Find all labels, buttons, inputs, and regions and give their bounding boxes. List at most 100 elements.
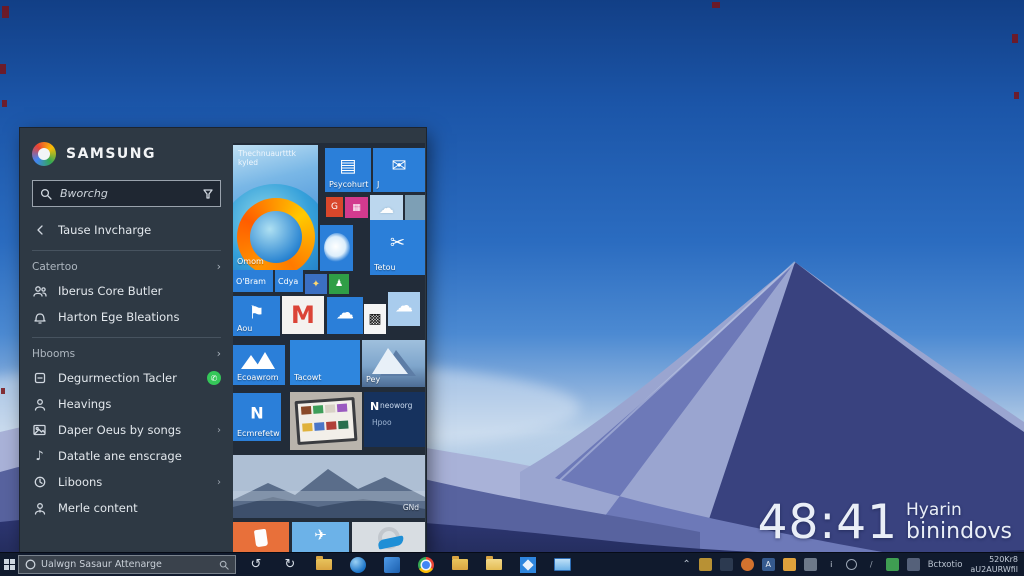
- tile-cloud-swirl[interactable]: [320, 225, 353, 271]
- section-header: Catertoo ›: [32, 258, 221, 276]
- whatsapp-badge-icon: ✆: [207, 371, 221, 385]
- menu-item[interactable]: Daper Oeus by songs ›: [32, 417, 221, 443]
- tile-screenshot[interactable]: [290, 392, 362, 450]
- file-explorer-icon[interactable]: [552, 555, 572, 575]
- tile-red-app[interactable]: G: [326, 197, 343, 217]
- tile-firefox-label1: Thechnuaurtttk: [238, 149, 296, 158]
- tile-white-app[interactable]: [352, 522, 425, 553]
- tile-weather-small[interactable]: ☁: [370, 195, 403, 220]
- clock-caption-line1: Hyarin: [906, 502, 1012, 520]
- taskbar: Ualwgn Sasaur Attenarge ↺ ↻ ⌃ A i /: [0, 553, 1024, 576]
- tile-dark-news[interactable]: N neoworg Hpoo: [364, 392, 425, 447]
- news-icon: N: [250, 404, 263, 423]
- tile-orange-app[interactable]: [233, 522, 289, 553]
- tray-icon[interactable]: [886, 558, 899, 571]
- tile-firefox[interactable]: Thechnuaurtttk kyled Omom: [233, 145, 318, 270]
- tile-tiny-brush[interactable]: ✦: [305, 274, 327, 294]
- tray-icon[interactable]: [741, 558, 754, 571]
- tray-icon[interactable]: [720, 558, 733, 571]
- tray-icon[interactable]: [846, 559, 857, 570]
- tile-news[interactable]: N Ecmrefetw: [233, 393, 281, 441]
- tile-big-blue[interactable]: Tacowt: [290, 340, 360, 385]
- menu-item[interactable]: Merle content: [32, 495, 221, 521]
- tile-panorama-photo[interactable]: GNd: [233, 455, 425, 518]
- tray-language-label[interactable]: Bctxotio: [928, 560, 963, 570]
- cortana-icon: [25, 559, 36, 570]
- blue-app-icon[interactable]: [382, 555, 402, 575]
- sync-icon[interactable]: ↻: [280, 555, 300, 575]
- grid-icon: ▦: [352, 203, 361, 213]
- menu-item[interactable]: Iberus Core Butler: [32, 278, 221, 304]
- artifact: [712, 2, 720, 8]
- edge-icon[interactable]: [348, 555, 368, 575]
- tile-onedrive[interactable]: ☁: [327, 297, 363, 334]
- folder-icon[interactable]: [484, 555, 504, 575]
- brush-icon: ✦: [312, 279, 320, 290]
- chevron-right-icon[interactable]: ›: [217, 348, 221, 360]
- tray-clock[interactable]: 520Kr8 aU2AURWfil: [970, 555, 1018, 574]
- filter-icon[interactable]: [203, 189, 213, 199]
- menu-item[interactable]: ♪ Datatle ane enscrage: [32, 443, 221, 469]
- start-search-box[interactable]: [32, 180, 221, 207]
- start-search-input[interactable]: [58, 186, 197, 201]
- tile-firefox-label2: kyled: [238, 158, 296, 167]
- bell-icon: [34, 311, 46, 324]
- chevron-right-icon[interactable]: ›: [217, 261, 221, 273]
- menu-item[interactable]: Degurmection Tacler ✆: [32, 365, 221, 391]
- tile-photos-app[interactable]: Ecoawrom: [233, 345, 285, 385]
- folder-icon[interactable]: [450, 555, 470, 575]
- person-mini-icon: ♟: [335, 279, 343, 289]
- tile-calculator[interactable]: ▤ Psycohurt: [325, 148, 371, 192]
- people-icon: [33, 285, 47, 298]
- artifact: [1, 388, 5, 394]
- tile-weather-light[interactable]: ☁: [388, 292, 420, 326]
- photo-peak: [372, 348, 408, 374]
- tile-mail[interactable]: ✉ J: [373, 148, 425, 192]
- tile-tiny-green[interactable]: ♟: [329, 274, 349, 294]
- taskbar-search[interactable]: Ualwgn Sasaur Attenarge: [18, 555, 236, 574]
- tile-gmail[interactable]: M: [282, 296, 324, 334]
- back-row[interactable]: Tause Invcharge: [32, 217, 221, 243]
- tray-icon[interactable]: A: [762, 558, 775, 571]
- tile-qr[interactable]: ▩: [364, 304, 386, 334]
- search-icon: [219, 560, 229, 570]
- tile-firefox-bottom-label: Omom: [237, 258, 264, 267]
- menu-item[interactable]: Liboons ›: [32, 469, 221, 495]
- contact-icon: [34, 502, 46, 515]
- tile-cdya[interactable]: Cdya: [275, 270, 303, 292]
- clock-time: 48:41: [758, 499, 898, 546]
- start-button[interactable]: [0, 553, 18, 576]
- divider: [32, 337, 221, 338]
- taskbar-search-text: Ualwgn Sasaur Attenarge: [41, 559, 214, 570]
- tray-icon[interactable]: /: [865, 558, 878, 571]
- tray-icon[interactable]: [699, 558, 712, 571]
- menu-item[interactable]: Harton Ege Bleations: [32, 304, 221, 330]
- tile-obram[interactable]: O'Bram: [233, 270, 273, 292]
- news-icon: N: [370, 400, 379, 413]
- system-tray: ⌃ A i / Bctxotio 520Kr8 aU2AURWfil: [682, 555, 1024, 574]
- artifact: [2, 100, 7, 107]
- tray-icon[interactable]: [907, 558, 920, 571]
- tile-snip[interactable]: ✂ Tetou: [370, 220, 425, 275]
- music-icon: ♪: [32, 449, 47, 464]
- tile-grey-small[interactable]: [405, 195, 425, 220]
- tile-bird-app[interactable]: ✈: [292, 522, 349, 553]
- task-view-icon[interactable]: ↺: [246, 555, 266, 575]
- chevron-right-icon: ›: [217, 477, 221, 488]
- folder-icon[interactable]: [314, 555, 334, 575]
- tile-flag[interactable]: ⚑ Aou: [233, 296, 280, 336]
- clock-icon: [34, 476, 46, 488]
- photos-app-icon[interactable]: [518, 555, 538, 575]
- tile-mountain-photo[interactable]: Pey: [362, 340, 425, 387]
- chrome-icon[interactable]: [416, 555, 436, 575]
- tray-icon[interactable]: i: [825, 558, 838, 571]
- artifact: [2, 6, 9, 18]
- image-icon: [33, 424, 46, 436]
- tray-icon[interactable]: [783, 558, 796, 571]
- tray-icon[interactable]: [804, 558, 817, 571]
- scissors-icon: ✂: [390, 233, 405, 254]
- tray-caret-icon[interactable]: ⌃: [682, 559, 690, 570]
- menu-item[interactable]: Heavings: [32, 391, 221, 417]
- search-icon: [40, 188, 52, 200]
- tile-pink-app[interactable]: ▦: [345, 197, 368, 218]
